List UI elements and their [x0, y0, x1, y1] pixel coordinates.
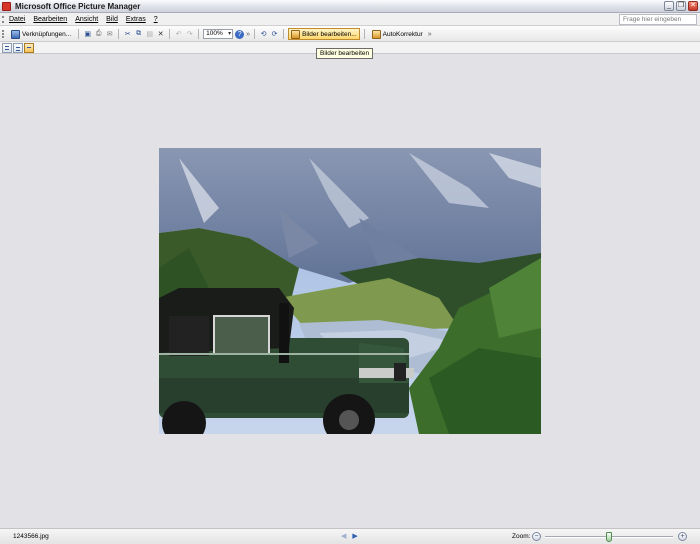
toolbar-separator: [254, 29, 256, 39]
zoom-dropdown[interactable]: 100%: [203, 29, 234, 39]
thumbnail-view-icon[interactable]: [2, 43, 12, 53]
rotate-left-icon[interactable]: ⟲: [259, 30, 268, 39]
email-icon[interactable]: ✉: [105, 30, 114, 39]
paste-icon[interactable]: ▤: [145, 30, 154, 39]
toolbar-grip-handle[interactable]: [2, 30, 4, 38]
jeep-mountain-lake-photo: [159, 148, 541, 434]
status-bar: 1243566.jpg ◀ ▶ Zoom: − +: [0, 528, 700, 544]
menu-bar: Datei Bearbeiten Ansicht Bild Extras ? F…: [0, 13, 700, 26]
tooltip: Bilder bearbeiten: [316, 48, 374, 59]
rotate-right-icon[interactable]: ⟳: [270, 30, 279, 39]
redo-icon[interactable]: ↷: [185, 30, 194, 39]
zoom-slider-thumb[interactable]: [606, 532, 612, 542]
picture-manager-icon[interactable]: [2, 2, 11, 11]
toolbar-overflow-chevron-icon[interactable]: »: [428, 31, 432, 38]
copy-icon[interactable]: ⧉: [134, 30, 143, 39]
save-icon[interactable]: ▣: [83, 30, 92, 39]
toolbar-options-chevron-icon[interactable]: »: [246, 31, 250, 38]
single-picture-view-icon[interactable]: [24, 43, 34, 53]
filmstrip-view-icon[interactable]: [13, 43, 23, 53]
menu-help[interactable]: ?: [154, 16, 158, 23]
toolbar-separator: [198, 29, 200, 39]
menu-grip-handle[interactable]: [2, 16, 4, 23]
window-title: Microsoft Office Picture Manager: [15, 2, 141, 11]
zoom-out-icon[interactable]: −: [532, 532, 541, 541]
toolbar-separator: [363, 29, 365, 39]
title-bar: Microsoft Office Picture Manager _ ❐ ✕: [0, 0, 700, 13]
picture-view-area: [0, 54, 700, 528]
standard-toolbar: Verknüpfungen... ▣ ⎙ ✉ ✂ ⧉ ▤ ✕ ↶ ↷ 100% …: [0, 26, 700, 42]
menu-picture[interactable]: Bild: [106, 16, 118, 23]
toolbar-buttons: Verknüpfungen... ▣ ⎙ ✉ ✂ ⧉ ▤ ✕ ↶ ↷ 100% …: [6, 28, 434, 40]
help-icon[interactable]: ?: [235, 29, 245, 39]
edit-pictures-icon: [291, 29, 301, 39]
status-filename: 1243566.jpg: [13, 533, 49, 540]
toolbar-separator: [283, 29, 285, 39]
window-controls: _ ❐ ✕: [664, 1, 698, 11]
previous-picture-icon[interactable]: ◀: [341, 532, 346, 540]
menu-file[interactable]: Datei: [9, 16, 25, 23]
cut-icon[interactable]: ✂: [123, 30, 132, 39]
picture-navigation: ◀ ▶: [341, 532, 358, 540]
autocorrect-label: AutoKorrektur: [382, 30, 423, 38]
displayed-picture[interactable]: [159, 148, 541, 434]
undo-icon[interactable]: ↶: [174, 30, 183, 39]
menu-items: Datei Bearbeiten Ansicht Bild Extras ?: [9, 16, 158, 23]
toolbar-separator: [169, 29, 171, 39]
help-search-input[interactable]: Frage hier eingeben: [619, 14, 697, 25]
menu-edit[interactable]: Bearbeiten: [33, 16, 67, 23]
zoom-in-icon[interactable]: +: [678, 532, 687, 541]
menu-view[interactable]: Ansicht: [75, 16, 98, 23]
shortcuts-label: Verknüpfungen...: [22, 30, 72, 38]
close-button[interactable]: ✕: [688, 1, 698, 11]
zoom-label: Zoom:: [512, 533, 531, 540]
edit-pictures-button[interactable]: Bilder bearbeiten...: [288, 28, 360, 40]
print-icon[interactable]: ⎙: [94, 30, 103, 39]
toolbar-separator: [78, 29, 80, 39]
maximize-button[interactable]: ❐: [676, 1, 686, 11]
minimize-button[interactable]: _: [664, 1, 674, 11]
shortcuts-icon: [11, 29, 20, 39]
next-picture-icon[interactable]: ▶: [352, 532, 357, 540]
autocorrect-button[interactable]: AutoKorrektur: [369, 28, 426, 40]
toolbar-separator: [118, 29, 120, 39]
menu-tools[interactable]: Extras: [126, 16, 146, 23]
shortcuts-button[interactable]: Verknüpfungen...: [8, 28, 74, 40]
autocorrect-icon: [371, 29, 381, 39]
edit-pictures-label: Bilder bearbeiten...: [302, 30, 357, 38]
delete-icon[interactable]: ✕: [156, 30, 165, 39]
